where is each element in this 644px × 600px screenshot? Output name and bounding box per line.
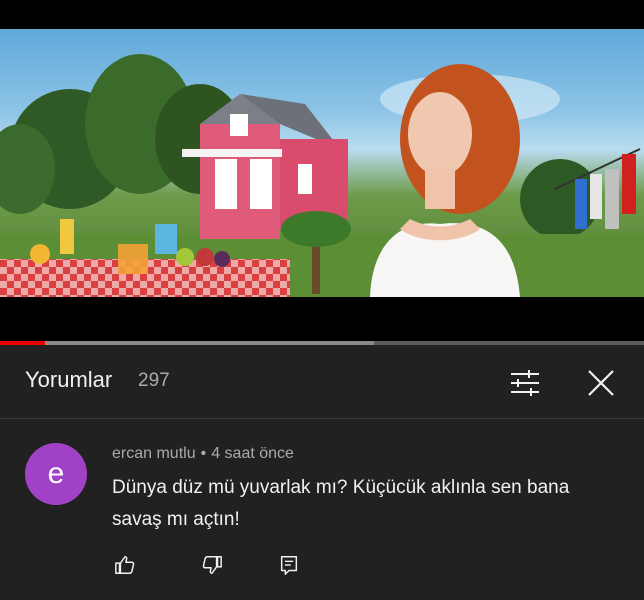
sort-filter-button[interactable] bbox=[505, 363, 545, 403]
avatar-letter: e bbox=[47, 457, 65, 490]
comments-title: Yorumlar bbox=[25, 367, 113, 392]
like-button[interactable] bbox=[110, 550, 140, 580]
comment-time: 4 saat önce bbox=[211, 445, 294, 462]
dislike-button[interactable] bbox=[197, 550, 227, 580]
video-frame[interactable] bbox=[0, 29, 644, 297]
comment-text: Dünya düz mü yuvarlak mı? Küçücük aklınl… bbox=[112, 477, 570, 530]
video-scene-image bbox=[0, 54, 644, 297]
close-icon bbox=[588, 370, 614, 396]
video-player[interactable] bbox=[0, 0, 644, 345]
sliders-icon bbox=[511, 370, 539, 396]
reply-button[interactable] bbox=[274, 550, 304, 580]
comment-actions bbox=[0, 550, 644, 582]
comments-count: 297 bbox=[138, 370, 170, 391]
comments-header: Yorumlar 297 bbox=[0, 345, 644, 419]
close-button[interactable] bbox=[581, 363, 621, 403]
thumbs-up-icon bbox=[115, 556, 135, 574]
thumbs-down-icon bbox=[202, 556, 222, 574]
comment-author[interactable]: ercan mutlu bbox=[112, 445, 196, 462]
avatar[interactable]: e bbox=[25, 443, 87, 505]
meta-separator: • bbox=[200, 445, 207, 462]
comment-item: e ercan mutlu • 4 saat önce Dünya düz mü y… bbox=[0, 420, 644, 600]
comment-meta: ercan mutlu • 4 saat önce bbox=[112, 445, 294, 463]
reply-icon bbox=[280, 556, 298, 575]
